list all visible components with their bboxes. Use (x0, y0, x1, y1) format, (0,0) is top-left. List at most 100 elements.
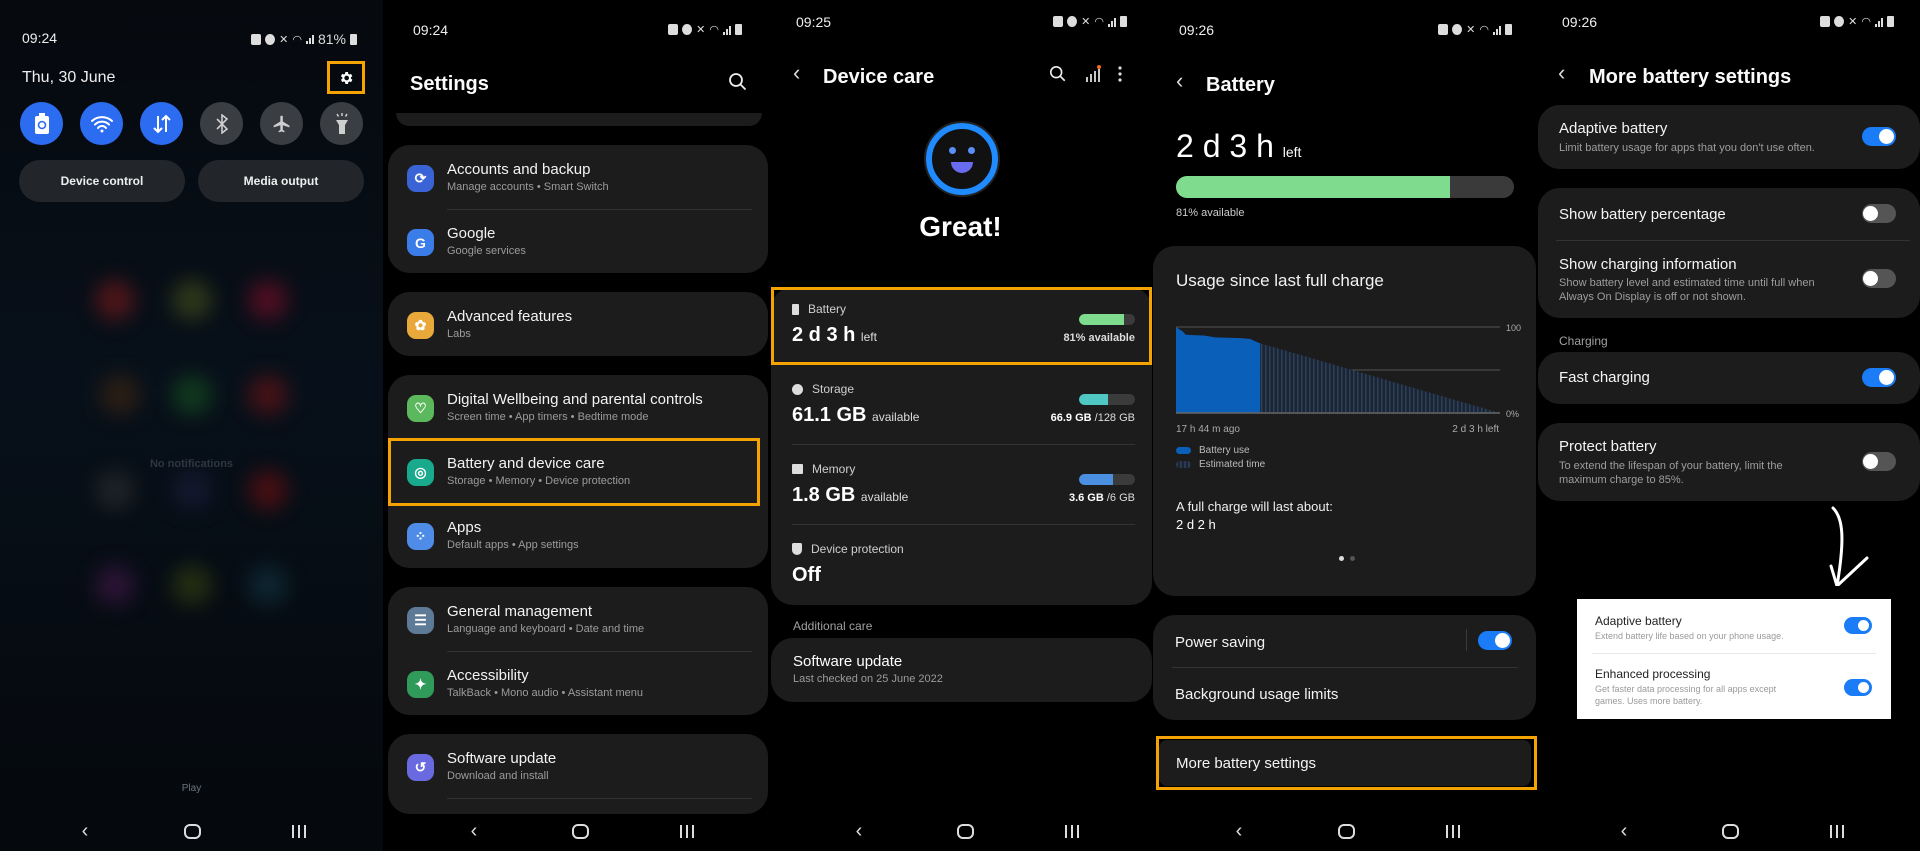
legend-swatch (1176, 461, 1191, 468)
fast-charging-toggle[interactable] (1862, 368, 1896, 387)
usage-card[interactable]: Usage since last full charge 100 0% 17 h … (1153, 246, 1536, 596)
inset-adaptive-battery-toggle[interactable] (1844, 617, 1872, 634)
inset-enhanced-processing-subtitle: Get faster data processing for all apps … (1595, 684, 1777, 706)
y-tick-label-0: 0% (1506, 409, 1519, 419)
settings-item-digital-wellbeing[interactable]: ♡ Digital Wellbeing and parental control… (388, 375, 768, 439)
fast-charging-item[interactable]: Fast charging (1538, 352, 1920, 404)
mobile-data-tile[interactable] (140, 102, 183, 145)
show-charging-information-toggle[interactable] (1862, 269, 1896, 288)
memory-available: 1.8 GB (792, 484, 856, 506)
airplane-icon (273, 115, 289, 132)
settings-item-accessibility[interactable]: ✦ Accessibility TalkBack • Mono audio • … (388, 651, 768, 715)
device-protection-item[interactable]: Device protection Off (792, 542, 1135, 592)
wifi-tile[interactable] (80, 102, 123, 145)
mute-icon: ✕ (696, 24, 706, 36)
home-button[interactable] (1331, 819, 1361, 843)
adaptive-battery-item[interactable]: Adaptive battery Limit battery usage for… (1538, 105, 1920, 169)
item-subtitle: Screen time • App timers • Bedtime mode (447, 411, 649, 423)
home-button[interactable] (950, 819, 980, 843)
show-charging-information-item[interactable]: Show charging information (1559, 256, 1737, 273)
media-output-button[interactable]: Media output (198, 160, 364, 202)
protect-battery-item[interactable]: Protect battery To extend the lifespan o… (1538, 423, 1920, 501)
power-saving-tile[interactable] (20, 102, 63, 145)
back-icon: ‹ (1235, 820, 1243, 842)
back-button[interactable]: ‹ (1558, 60, 1565, 86)
diagnostics-button[interactable] (1084, 65, 1102, 88)
page-title: Battery (1206, 74, 1275, 96)
recents-button[interactable] (672, 819, 702, 843)
search-icon (729, 73, 747, 91)
home-button[interactable] (177, 819, 207, 843)
battery-saver-icon (1053, 16, 1064, 27)
device-control-button[interactable]: Device control (19, 160, 185, 202)
home-button[interactable] (1715, 819, 1745, 843)
settings-group: ⟳ Accounts and backup Manage accounts • … (388, 145, 768, 273)
search-button[interactable] (728, 72, 748, 97)
status-icons: ✕ ◠ (1053, 15, 1127, 28)
settings-item-accounts-backup[interactable]: ⟳ Accounts and backup Manage accounts • … (388, 145, 768, 209)
wifi-icon: ◠ (1861, 16, 1871, 28)
settings-group: ✿ Advanced features Labs (388, 292, 768, 356)
alarm-icon (1067, 16, 1078, 27)
back-icon: ‹ (1620, 820, 1628, 842)
storage-pie-icon (792, 383, 803, 395)
divider (1172, 667, 1518, 668)
settings-item-software-update[interactable]: ↺ Software update Download and install (388, 734, 768, 798)
blurred-app-icon (248, 375, 288, 415)
gear-plus-icon: ✿ (407, 312, 434, 339)
power-saving-label: Power saving (1175, 634, 1266, 651)
search-button[interactable] (1049, 65, 1067, 88)
item-subtitle: Language and keyboard • Date and time (447, 623, 645, 635)
show-battery-percentage-item[interactable]: Show battery percentage (1559, 206, 1726, 223)
series-estimated-time-area (1260, 343, 1500, 413)
recents-button[interactable] (284, 819, 314, 843)
item-subtitle: Limit battery usage for apps that you do… (1559, 142, 1815, 154)
recents-icon (292, 825, 306, 839)
back-button[interactable]: ‹ (1176, 68, 1183, 94)
recents-icon (1446, 825, 1460, 839)
usage-chart: 100 0% (1176, 323, 1521, 419)
status-bar: 09:26 ✕ ◠ (1562, 14, 1894, 32)
flashlight-tile[interactable] (320, 102, 363, 145)
back-button[interactable]: ‹ (1609, 819, 1639, 843)
chart-end-label: 2 d 3 h left (1452, 424, 1499, 435)
recents-button[interactable] (1057, 819, 1087, 843)
settings-item-advanced-features[interactable]: ✿ Advanced features Labs (388, 292, 768, 356)
blurred-app-icon (95, 280, 135, 320)
airplane-mode-tile[interactable] (260, 102, 303, 145)
home-button[interactable] (565, 819, 595, 843)
back-button[interactable]: ‹ (1224, 819, 1254, 843)
settings-item-google[interactable]: G Google Google services (388, 209, 768, 273)
bluetooth-tile[interactable] (200, 102, 243, 145)
back-button[interactable]: ‹ (844, 819, 874, 843)
battery-available: 81% available (1176, 207, 1245, 219)
memory-item[interactable]: Memory 1.8 GB available 3.6 GB /6 GB (792, 462, 1135, 512)
recents-button[interactable] (1822, 819, 1852, 843)
settings-button[interactable] (327, 61, 365, 94)
protect-battery-toggle[interactable] (1862, 452, 1896, 471)
power-saving-toggle[interactable] (1478, 631, 1512, 650)
settings-item-general-management[interactable]: ☰ General management Language and keyboa… (388, 587, 768, 651)
blurred-app-icon (172, 375, 212, 415)
storage-usage-bar (1079, 394, 1135, 405)
storage-item[interactable]: Storage 61.1 GB available 66.9 GB /128 G… (792, 382, 1135, 432)
home-icon (571, 824, 589, 840)
navigation-bar: ‹ (383, 819, 768, 843)
chevron-left-icon: ‹ (793, 60, 801, 85)
back-button[interactable]: ‹ (70, 819, 100, 843)
back-button[interactable]: ‹ (793, 60, 800, 86)
software-update-item[interactable]: Software update Last checked on 25 June … (771, 638, 1152, 702)
show-battery-percentage-toggle[interactable] (1862, 204, 1896, 223)
inset-enhanced-processing-toggle[interactable] (1844, 679, 1872, 696)
back-button[interactable]: ‹ (459, 819, 489, 843)
background-usage-limits-item[interactable]: Background usage limits (1175, 686, 1338, 703)
adaptive-battery-toggle[interactable] (1862, 127, 1896, 146)
recents-button[interactable] (1438, 819, 1468, 843)
blurred-app-icon (172, 565, 212, 605)
settings-item-apps[interactable]: ⁘ Apps Default apps • App settings (388, 503, 768, 567)
more-options-button[interactable] (1117, 65, 1123, 88)
signal-icon (1875, 17, 1883, 27)
signal-icon (1493, 25, 1501, 35)
divider (1466, 629, 1467, 651)
search-icon (1049, 65, 1066, 82)
